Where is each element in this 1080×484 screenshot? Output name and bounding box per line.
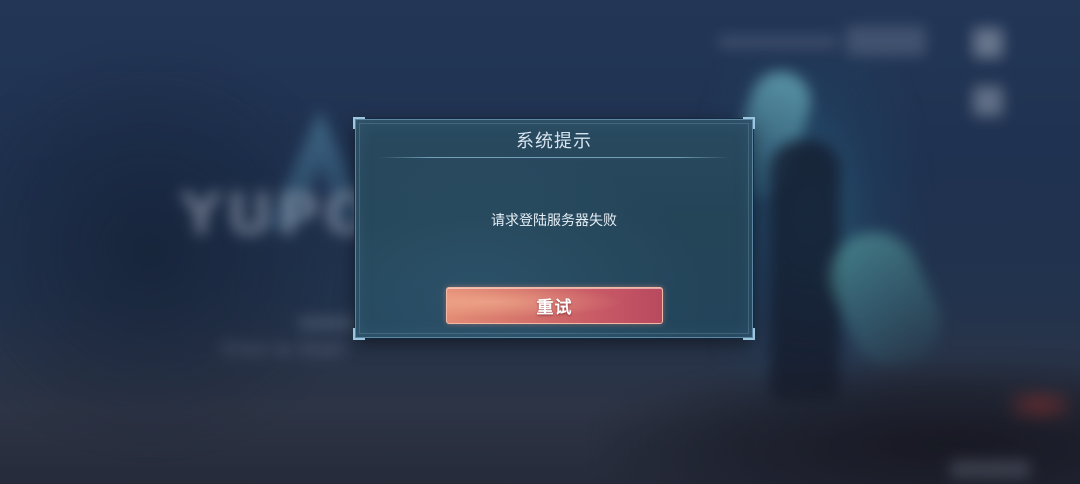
retry-button[interactable]: 重试 <box>446 287 663 324</box>
retry-button-label: 重试 <box>536 298 573 318</box>
title-divider <box>378 157 730 158</box>
corner-ornament <box>353 328 365 340</box>
game-screen: YUPO · · · · · · · · Click to Start 系统提示… <box>0 0 1080 484</box>
corner-ornament <box>743 328 755 340</box>
dialog-title: 系统提示 <box>516 131 592 152</box>
dialog-message: 请求登陆服务器失败 <box>491 213 617 229</box>
system-alert-dialog: 系统提示 请求登陆服务器失败 重试 <box>353 117 755 340</box>
